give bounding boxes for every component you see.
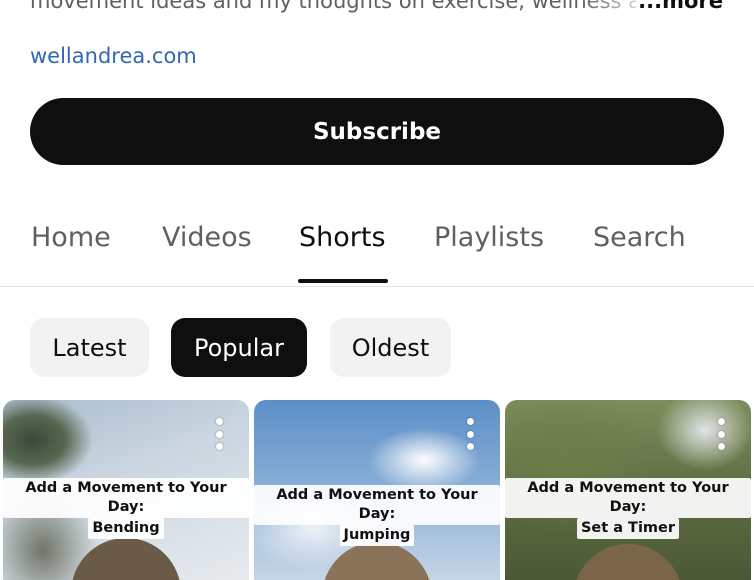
- caption-line-1: Add a Movement to Your Day:: [3, 478, 249, 518]
- more-options-icon[interactable]: [717, 418, 725, 450]
- tab-videos[interactable]: Videos: [162, 222, 252, 253]
- caption-line-1: Add a Movement to Your Day:: [505, 478, 751, 518]
- tabs-divider: [0, 286, 754, 287]
- short-thumbnail[interactable]: Add a Movement to Your Day: Set a Timer: [505, 400, 751, 580]
- tab-shorts[interactable]: Shorts: [299, 222, 386, 253]
- filter-chip-latest[interactable]: Latest: [30, 318, 149, 377]
- caption-line-2: Bending: [88, 518, 164, 539]
- more-link[interactable]: ...more: [636, 0, 723, 16]
- channel-website-link[interactable]: wellandrea.com: [30, 44, 197, 68]
- subscribe-button[interactable]: Subscribe: [30, 98, 724, 165]
- short-thumbnail[interactable]: Add a Movement to Your Day: Bending: [3, 400, 249, 580]
- tab-home[interactable]: Home: [31, 222, 111, 253]
- more-options-icon[interactable]: [466, 418, 474, 450]
- more-options-icon[interactable]: [215, 418, 223, 450]
- active-tab-indicator: [298, 279, 388, 283]
- channel-description[interactable]: movement ideas and my thoughts on exerci…: [30, 0, 730, 16]
- tab-playlists[interactable]: Playlists: [434, 222, 544, 253]
- caption-line-2: Jumping: [339, 525, 415, 546]
- short-caption: Add a Movement to Your Day: Jumping: [254, 485, 500, 546]
- tab-search[interactable]: Search: [593, 222, 686, 253]
- short-caption: Add a Movement to Your Day: Bending: [3, 478, 249, 539]
- caption-line-1: Add a Movement to Your Day:: [254, 485, 500, 525]
- channel-tabs: Home Videos Shorts Playlists Search: [0, 212, 754, 286]
- short-thumbnail[interactable]: Add a Movement to Your Day: Jumping: [254, 400, 500, 580]
- filter-chip-popular[interactable]: Popular: [171, 318, 307, 377]
- short-caption: Add a Movement to Your Day: Set a Timer: [505, 478, 751, 539]
- caption-line-2: Set a Timer: [576, 518, 680, 539]
- filter-chip-oldest[interactable]: Oldest: [330, 318, 451, 377]
